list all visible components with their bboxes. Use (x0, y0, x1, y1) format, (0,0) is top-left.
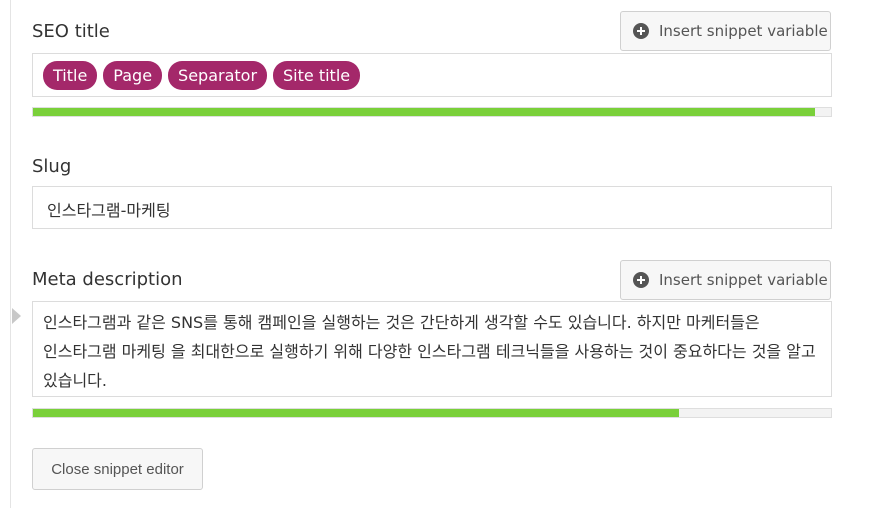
meta-description-label: Meta description (32, 269, 183, 290)
caret-right-icon (12, 308, 21, 324)
seo-title-insert-snippet-button[interactable]: Insert snippet variable (620, 11, 831, 51)
insert-snippet-label: Insert snippet variable (659, 271, 828, 289)
close-snippet-editor-button[interactable]: Close snippet editor (32, 448, 203, 490)
variable-chip-site-title[interactable]: Site title (273, 60, 361, 90)
meta-description-progress-fill (33, 409, 680, 417)
plus-circle-icon (633, 23, 649, 39)
variable-chip-page[interactable]: Page (103, 60, 163, 90)
seo-title-input[interactable]: Title Page Separator Site title (32, 53, 832, 97)
seo-title-progress-fill (33, 108, 816, 116)
slug-input[interactable]: 인스타그램-마케팅 (32, 186, 832, 229)
seo-title-progress-bar (32, 107, 832, 117)
variable-chip-title[interactable]: Title (43, 60, 98, 90)
variable-chip-separator[interactable]: Separator (168, 60, 268, 90)
meta-description-progress-bar (32, 408, 832, 418)
seo-title-label: SEO title (32, 21, 110, 42)
insert-snippet-label: Insert snippet variable (659, 22, 828, 40)
slug-label: Slug (32, 156, 72, 177)
meta-description-insert-snippet-button[interactable]: Insert snippet variable (620, 260, 831, 300)
meta-description-input[interactable]: 인스타그램과 같은 SNS를 통해 캠페인을 실행하는 것은 간단하게 생각할 … (32, 301, 832, 397)
left-divider (10, 0, 11, 508)
plus-circle-icon (633, 272, 649, 288)
